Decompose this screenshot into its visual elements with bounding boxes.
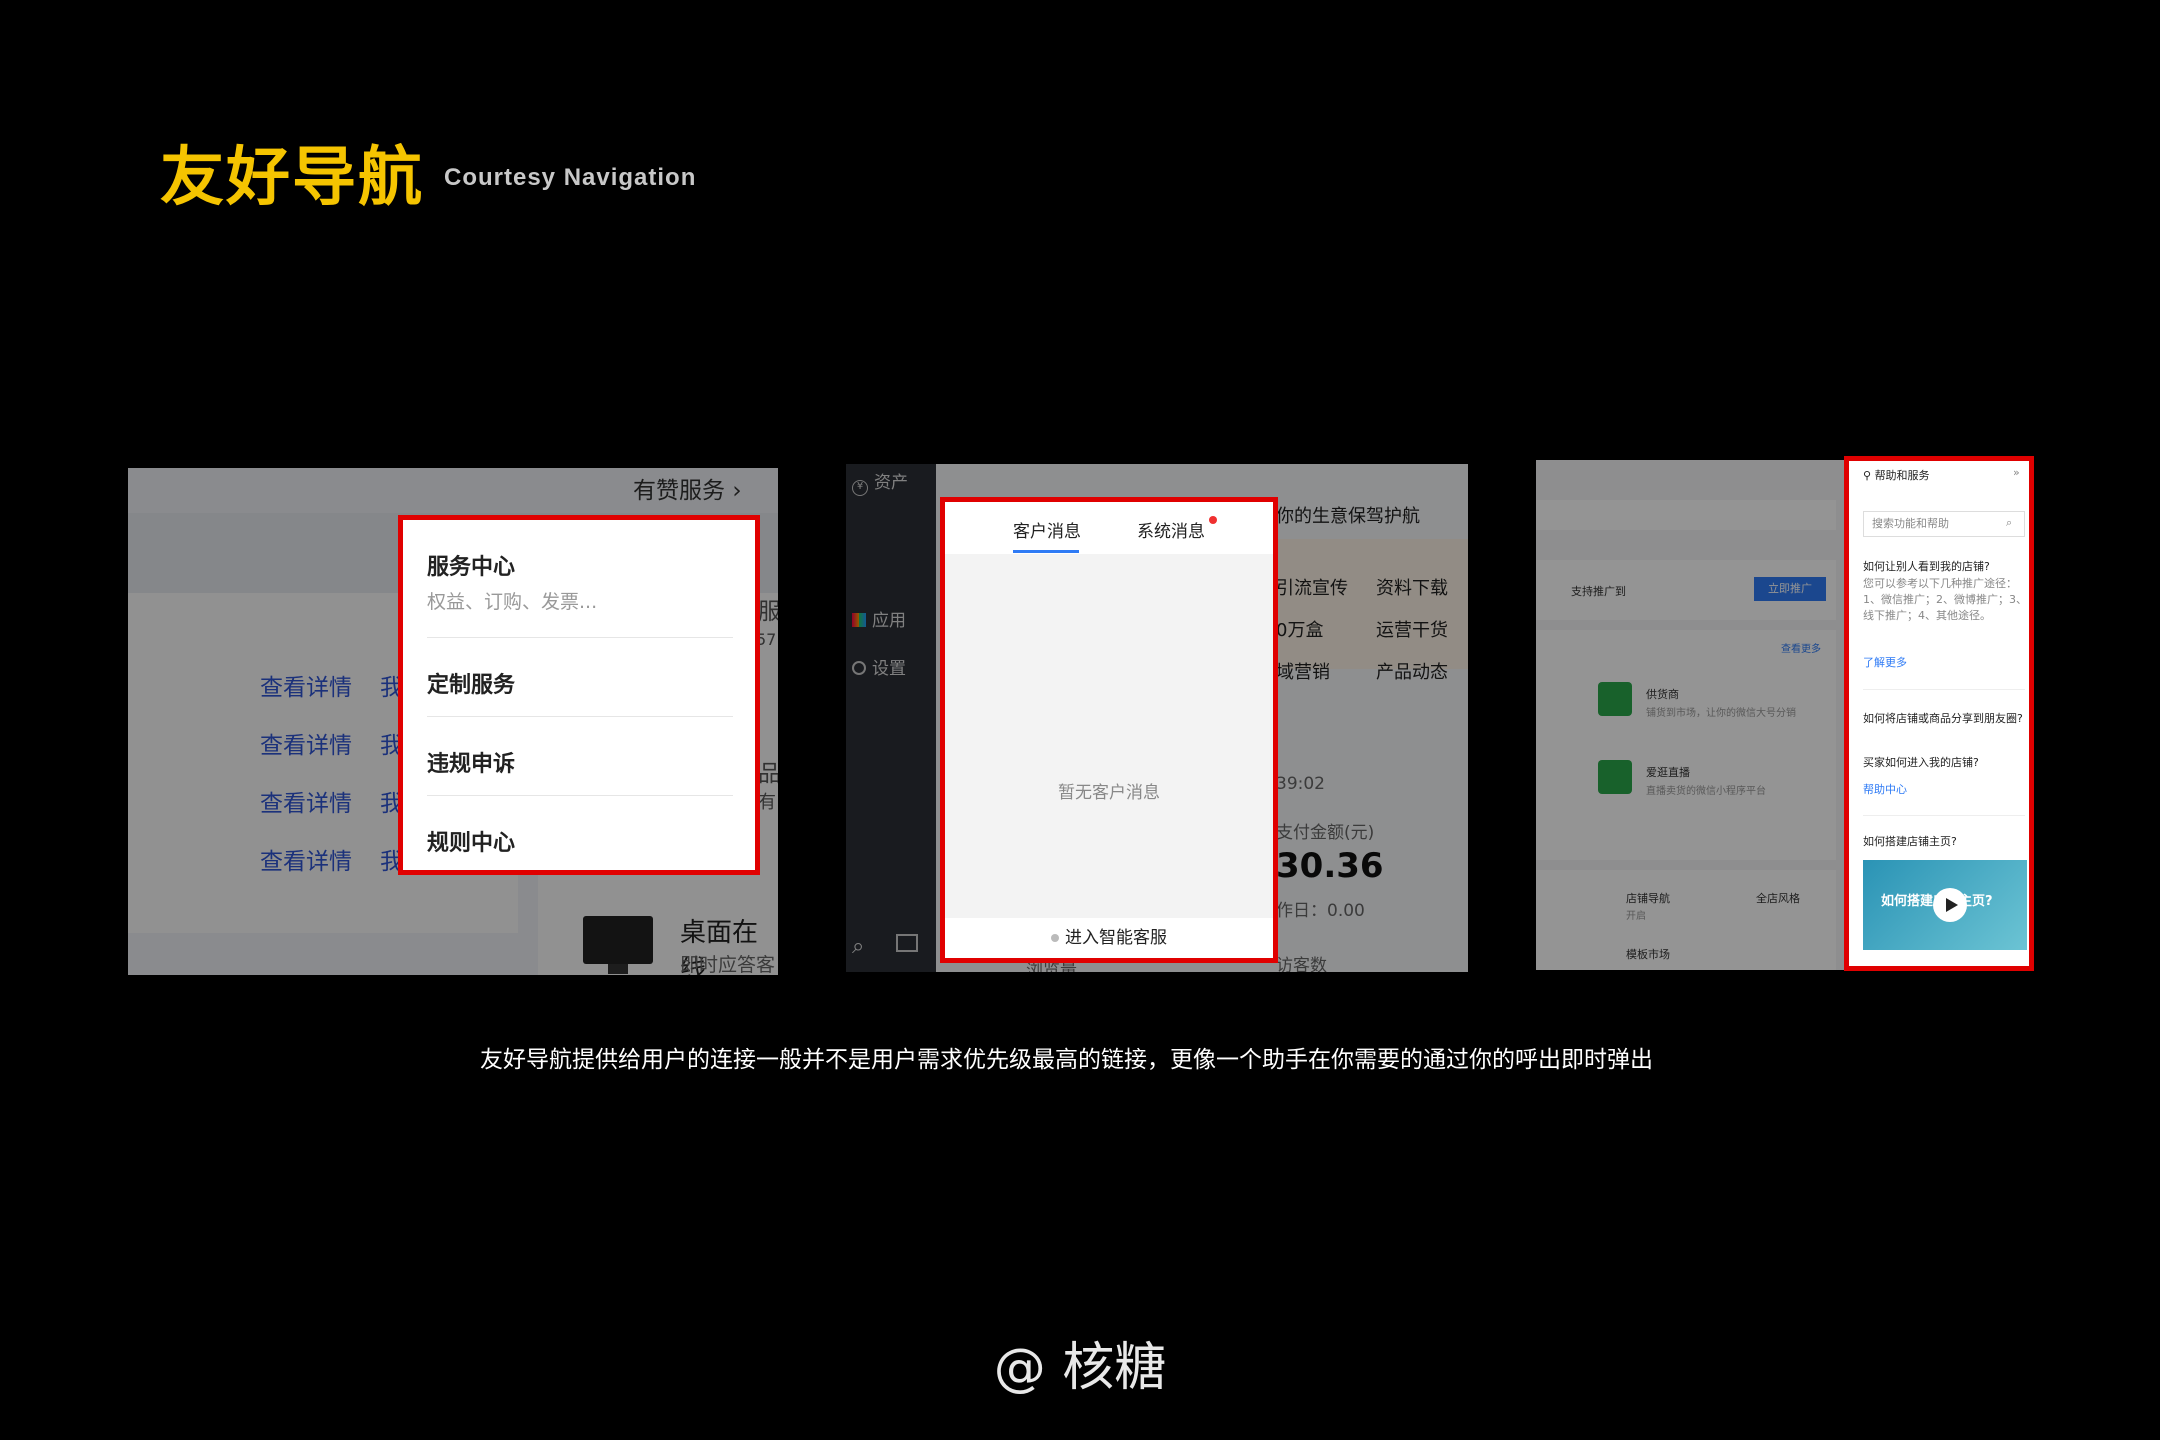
- menu-item-service-center[interactable]: 服务中心: [427, 549, 515, 581]
- page-title: 友好导航: [160, 141, 424, 215]
- faq-question[interactable]: 如何搭建店铺主页?: [1863, 833, 1957, 849]
- message-tabs: 客户消息 系统消息: [945, 502, 1273, 554]
- menu-item-rules-center[interactable]: 规则中心: [427, 825, 515, 857]
- drawer-title: ⚲ 帮助和服务: [1863, 469, 1930, 482]
- location-icon: ⚲: [1863, 469, 1872, 482]
- close-drawer-icon[interactable]: »: [2013, 465, 2020, 481]
- menu-item-custom-service[interactable]: 定制服务: [427, 667, 515, 699]
- message-list: 暂无客户消息: [945, 554, 1273, 918]
- help-center-link[interactable]: 帮助中心: [1863, 781, 1907, 797]
- faq-question[interactable]: 如何让别人看到我的店铺?: [1863, 558, 1990, 574]
- tab-customer-messages[interactable]: 客户消息: [1013, 517, 1081, 542]
- message-popup: 客户消息 系统消息 暂无客户消息 进入智能客服: [940, 497, 1278, 963]
- faq-question[interactable]: 如何将店铺或商品分享到朋友圈?: [1863, 711, 2028, 727]
- description-text: 友好导航提供给用户的连接一般并不是用户需求优先级最高的链接，更像一个助手在你需要…: [480, 1047, 1653, 1073]
- page-subtitle: Courtesy Navigation: [444, 164, 697, 191]
- faq-answer: 您可以参考以下几种推广途径：1、微信推广；2、微博推广；3、线下推广；4、其他途…: [1863, 577, 2027, 622]
- divider: [427, 637, 733, 638]
- video-thumbnail[interactable]: 如何搭建店铺主页?: [1863, 860, 2027, 950]
- divider: [1863, 689, 2025, 690]
- menu-item-service-center-sub: 权益、订购、发票...: [427, 591, 598, 613]
- menu-item-violation-appeal[interactable]: 违规申诉: [427, 746, 515, 778]
- divider: [427, 795, 733, 796]
- unread-dot-icon: [1209, 516, 1217, 524]
- service-dropdown-menu: 服务中心 权益、订购、发票... 定制服务 违规申诉 规则中心: [398, 515, 760, 875]
- learn-more-link[interactable]: 了解更多: [1863, 654, 1907, 670]
- divider: [427, 716, 733, 717]
- author-credit: @ 核糖: [993, 1338, 1167, 1398]
- smart-service-button[interactable]: 进入智能客服: [945, 918, 1273, 958]
- active-tab-indicator: [1013, 550, 1079, 553]
- search-icon: ⌕: [2006, 516, 2013, 529]
- faq-question[interactable]: 买家如何进入我的店铺?: [1863, 754, 1979, 770]
- empty-state-text: 暂无客户消息: [1058, 783, 1160, 803]
- status-dot-icon: [1051, 934, 1059, 942]
- divider: [1863, 815, 2025, 816]
- play-icon[interactable]: [1933, 888, 1967, 922]
- help-service-drawer: ⚲ 帮助和服务 » 搜索功能和帮助 ⌕ 如何让别人看到我的店铺? 您可以参考以下…: [1844, 456, 2034, 971]
- help-search-input[interactable]: 搜索功能和帮助 ⌕: [1863, 511, 2025, 537]
- tab-system-messages[interactable]: 系统消息: [1137, 517, 1205, 542]
